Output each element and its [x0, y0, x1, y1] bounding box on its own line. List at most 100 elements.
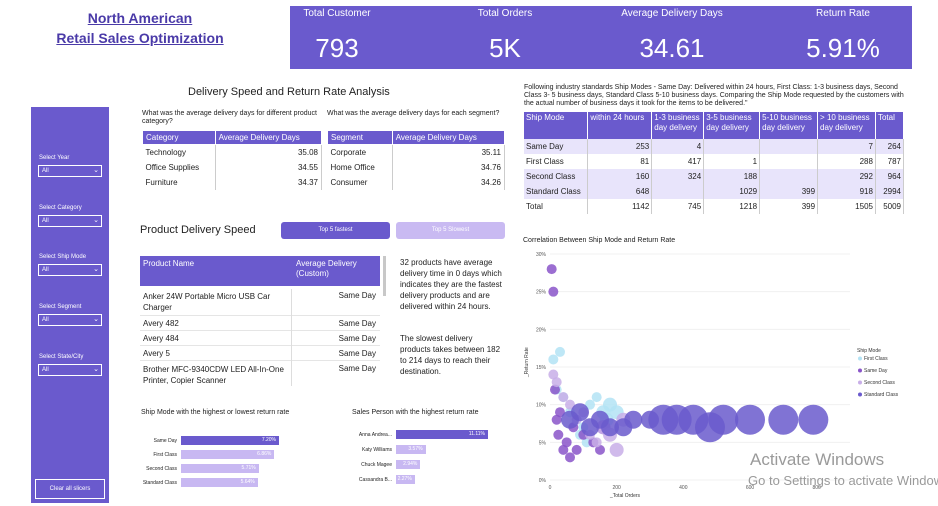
scatter-point[interactable]	[548, 286, 559, 297]
table-row: Second Class 160 324 188 292 964	[524, 169, 905, 184]
category-question: What was the average delivery days for d…	[142, 110, 317, 125]
table-cell: First Class	[524, 154, 589, 169]
slicer-state-dropdown[interactable]: All ⌄	[38, 364, 102, 376]
bar[interactable]: 6.86%	[181, 450, 275, 459]
scatter-point[interactable]	[565, 452, 575, 463]
dashboard-title-line2: Retail Sales Optimization	[56, 30, 224, 46]
legend-item[interactable]: Same Day	[864, 368, 888, 374]
slicer-segment-dropdown[interactable]: All ⌄	[38, 314, 102, 326]
table-row: Corporate 35.11	[327, 144, 506, 160]
table-cell	[759, 139, 819, 154]
delivery-value: Same Day	[338, 349, 376, 358]
column-header[interactable]: Segment	[327, 130, 393, 145]
table-row: Home Office 34.76	[327, 159, 506, 175]
kpi-label: Average Delivery Days	[621, 8, 723, 19]
table-cell: 399	[759, 199, 819, 214]
scatter-point[interactable]	[561, 437, 572, 448]
table-row: Standard Class 648 1029 399 918 2994	[524, 184, 905, 199]
table-cell: 4	[651, 139, 705, 154]
bar-label: First Class	[153, 452, 177, 458]
table-cell: 787	[875, 154, 905, 169]
kpi-label: Total Customer	[303, 8, 371, 19]
table-cell: 34.55	[215, 159, 323, 175]
clear-slicers-button[interactable]: Clear all slicers	[35, 479, 105, 499]
scatter-point[interactable]	[553, 429, 564, 440]
table-cell	[651, 184, 705, 199]
scatter-point[interactable]	[546, 264, 557, 275]
column-header[interactable]: Ship Mode	[524, 112, 589, 139]
table-cell: Total	[524, 199, 589, 214]
slicer-year-dropdown[interactable]: All ⌄	[38, 165, 102, 177]
column-header[interactable]: Average Delivery Days	[214, 130, 323, 145]
table-cell: 188	[703, 169, 761, 184]
scatter-point[interactable]	[591, 437, 602, 448]
product-name: Anker 24W Portable Micro USB Car Charger	[143, 292, 271, 312]
legend-item[interactable]: First Class	[864, 356, 888, 362]
legend-marker	[858, 380, 862, 385]
column-divider	[291, 289, 292, 386]
chevron-down-icon: ⌄	[93, 217, 99, 224]
bar[interactable]: 5.64%	[181, 478, 258, 487]
table-total-row: Total 1142 745 1218 399 1505 5009	[524, 199, 905, 214]
table-cell: Standard Class	[524, 184, 589, 199]
column-header[interactable]: 5-10 business day delivery	[759, 112, 819, 139]
bar[interactable]: 11.11%	[396, 430, 488, 439]
column-header[interactable]: 1-3 business day delivery	[651, 112, 705, 139]
column-header[interactable]: Average Delivery (Custom)	[296, 259, 376, 279]
table-cell: 34.37	[215, 174, 323, 190]
column-header[interactable]: Category	[142, 130, 216, 145]
delivery-value: Same Day	[338, 319, 376, 328]
bar-label: Cassandra B...	[358, 477, 392, 483]
legend-item[interactable]: Second Class	[864, 380, 895, 386]
table-cell: 288	[817, 154, 876, 169]
scatter-point[interactable]	[591, 392, 602, 403]
column-header[interactable]: within 24 hours	[587, 112, 653, 139]
scatter-point[interactable]	[555, 346, 565, 357]
scatter-point[interactable]	[571, 403, 589, 422]
scrollbar[interactable]	[383, 256, 386, 296]
scatter-point[interactable]	[551, 377, 562, 388]
scatter-point[interactable]	[609, 442, 624, 457]
table-cell	[759, 154, 819, 169]
scatter-point[interactable]	[708, 404, 739, 435]
column-header[interactable]: Total	[875, 112, 905, 139]
table-row: First Class 81 417 1 288 787	[524, 154, 905, 169]
kpi-total-orders: Total Orders 5K	[430, 6, 580, 64]
slicer-shipmode-dropdown[interactable]: All ⌄	[38, 264, 102, 276]
slicer-category-dropdown[interactable]: All ⌄	[38, 215, 102, 227]
bar[interactable]: 3.57%	[396, 445, 426, 454]
slicer-category-label: Select Category	[39, 205, 82, 211]
bar[interactable]: 5.71%	[181, 464, 259, 473]
scatter-point[interactable]	[624, 410, 643, 429]
activate-windows-watermark: Activate Windows	[750, 450, 885, 469]
top-fastest-button[interactable]: Top 5 fastest	[281, 222, 390, 239]
scatter-point[interactable]	[768, 404, 799, 435]
legend-item[interactable]: Standard Class	[864, 392, 899, 398]
bar[interactable]: 2.27%	[396, 475, 415, 484]
chevron-down-icon: ⌄	[93, 167, 99, 174]
column-header[interactable]: 3-5 business day delivery	[703, 112, 761, 139]
scatter-point[interactable]	[558, 392, 569, 403]
table-cell: 964	[875, 169, 905, 184]
table-cell: 745	[651, 199, 705, 214]
y-tick-label: 15%	[536, 365, 547, 371]
table-row: Avery 5 Same Day	[140, 347, 380, 361]
x-tick-label: 0	[549, 485, 552, 491]
column-header[interactable]: Average Delivery Days	[391, 130, 506, 145]
scatter-point[interactable]	[548, 354, 559, 365]
bar[interactable]: 7.20%	[181, 436, 279, 445]
scatter-point[interactable]	[735, 404, 765, 435]
table-cell: Corporate	[327, 144, 393, 160]
top-slowest-button[interactable]: Top 5 Slowest	[396, 222, 505, 239]
table-cell: 324	[651, 169, 705, 184]
table-cell	[703, 139, 761, 154]
kpi-average-delivery: Average Delivery Days 34.61	[597, 6, 747, 64]
column-header[interactable]: Product Name	[143, 259, 194, 268]
kpi-value: 5K	[489, 33, 521, 63]
bar[interactable]: 2.94%	[396, 460, 421, 469]
scatter-point[interactable]	[798, 404, 829, 435]
product-speed-title: Product Delivery Speed	[140, 224, 256, 236]
scatter-point[interactable]	[571, 444, 582, 455]
column-header[interactable]: > 10 business day delivery	[817, 112, 876, 139]
activate-windows-subtext: Go to Settings to activate Windows.	[748, 473, 938, 488]
